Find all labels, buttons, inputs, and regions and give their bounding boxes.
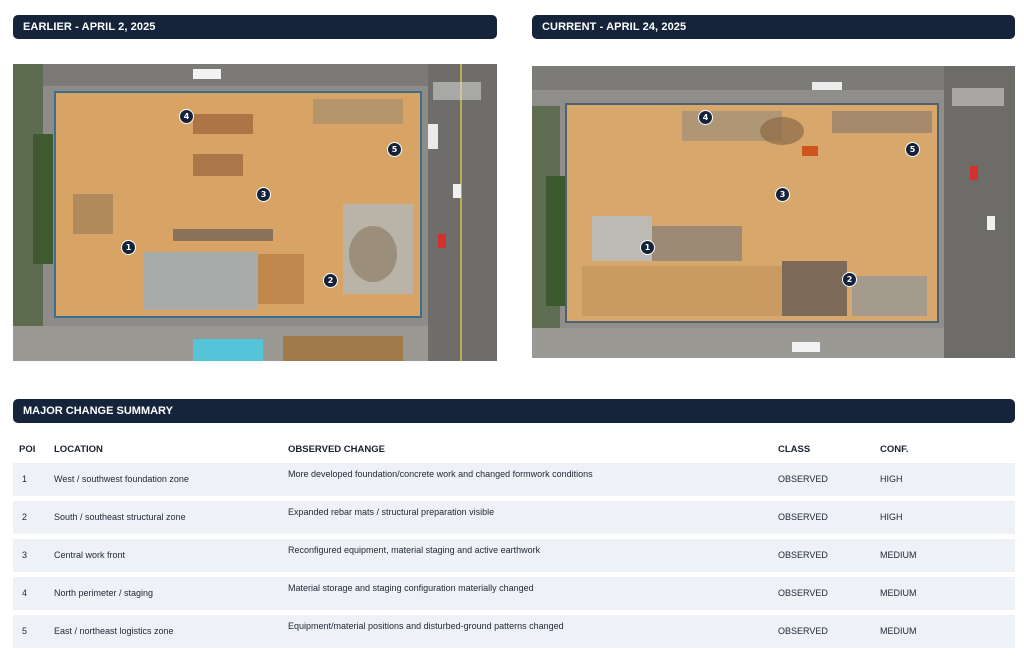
column-header-conf: CONF. [880,444,909,455]
table-row: 4 North perimeter / staging Material sto… [13,577,1015,610]
earlier-site-drawing [13,64,497,361]
row-class: OBSERVED [778,474,828,484]
row-change: Equipment/material positions and disturb… [288,621,564,631]
row-conf: HIGH [880,474,903,484]
earlier-aerial-image: 1 2 3 4 5 [13,64,497,361]
row-location: Central work front [54,550,126,560]
table-row: 3 Central work front Reconfigured equipm… [13,539,1015,572]
current-marker-3: 3 [775,187,790,202]
row-location: West / southwest foundation zone [54,474,189,484]
column-header-observed-change: OBSERVED CHANGE [288,444,385,455]
table-row: 2 South / southeast structural zone Expa… [13,501,1015,534]
summary-title: MAJOR CHANGE SUMMARY [23,405,173,417]
row-class: OBSERVED [778,550,828,560]
row-change: Material storage and staging configurati… [288,583,534,593]
row-location: South / southeast structural zone [54,512,186,522]
row-location: North perimeter / staging [54,588,154,598]
row-location: East / northeast logistics zone [54,626,174,636]
current-panel-title: CURRENT - APRIL 24, 2025 [542,21,687,33]
earlier-marker-2: 2 [323,273,338,288]
row-class: OBSERVED [778,626,828,636]
row-poi: 5 [22,626,28,636]
row-change: Reconfigured equipment, material staging… [288,545,541,555]
current-marker-2: 2 [842,272,857,287]
earlier-panel-title: EARLIER - APRIL 2, 2025 [23,21,156,33]
row-conf: MEDIUM [880,626,917,636]
summary-header: MAJOR CHANGE SUMMARY [13,399,1015,423]
row-change: More developed foundation/concrete work … [288,469,593,479]
row-conf: HIGH [880,512,903,522]
earlier-marker-4: 4 [179,109,194,124]
table-row: 1 West / southwest foundation zone More … [13,463,1015,496]
earlier-marker-5: 5 [387,142,402,157]
earlier-marker-1: 1 [121,240,136,255]
current-marker-5: 5 [905,142,920,157]
current-aerial-image: 1 2 3 4 5 [532,66,1015,358]
row-class: OBSERVED [778,588,828,598]
row-poi: 2 [22,512,28,522]
current-marker-4: 4 [698,110,713,125]
table-row: 5 East / northeast logistics zone Equipm… [13,615,1015,648]
earlier-panel-header: EARLIER - APRIL 2, 2025 [13,15,497,39]
row-conf: MEDIUM [880,588,917,598]
row-change: Expanded rebar mats / structural prepara… [288,507,495,517]
current-marker-1: 1 [640,240,655,255]
earlier-marker-3: 3 [256,187,271,202]
row-conf: MEDIUM [880,550,917,560]
column-header-location: LOCATION [54,444,103,455]
column-header-poi: POI [19,444,36,455]
row-poi: 4 [22,588,28,598]
row-poi: 1 [22,474,28,484]
current-site-drawing [532,66,1015,358]
row-class: OBSERVED [778,512,828,522]
column-header-class: CLASS [778,444,811,455]
current-panel-header: CURRENT - APRIL 24, 2025 [532,15,1015,39]
row-poi: 3 [22,550,28,560]
